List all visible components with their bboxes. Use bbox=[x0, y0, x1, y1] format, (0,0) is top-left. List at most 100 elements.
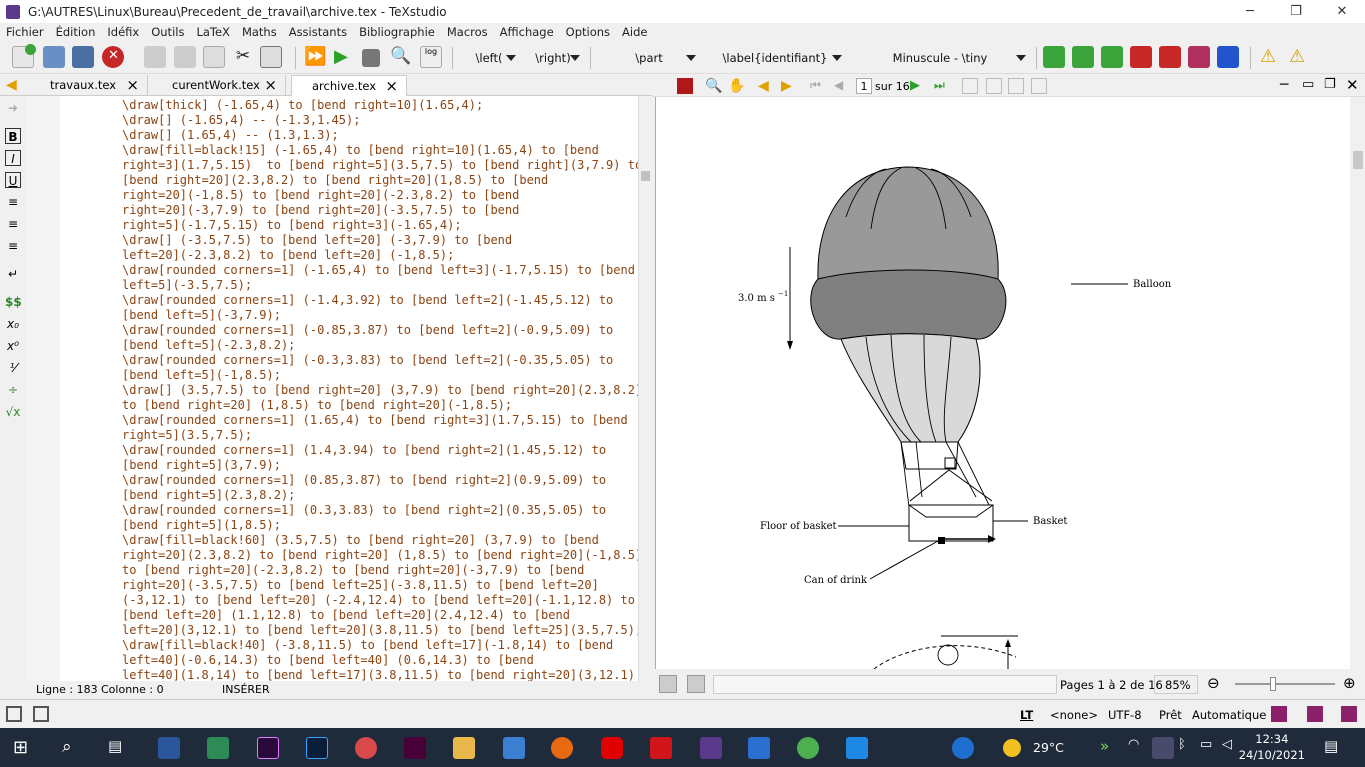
compile-icon[interactable]: ▶ bbox=[334, 46, 356, 68]
code-line[interactable]: (-3,12.1) to [bend left=20] (-2.4,12.4) … bbox=[122, 593, 638, 608]
app-icon[interactable] bbox=[355, 737, 377, 759]
code-line[interactable]: \draw[rounded corners=1] (-0.3,3.83) to … bbox=[122, 353, 638, 368]
code-line[interactable]: left=40](1.8,14) to [bend left=17](3.8,1… bbox=[122, 668, 638, 681]
youtube-icon[interactable] bbox=[601, 737, 623, 759]
label-combo[interactable]: \label{identifiant} bbox=[706, 48, 844, 68]
code-line[interactable]: \draw[] (-3.5,7.5) to [bend left=20] (-3… bbox=[122, 233, 638, 248]
scrollbar-thumb[interactable] bbox=[641, 171, 650, 181]
word-icon[interactable] bbox=[158, 737, 180, 759]
maximize-button[interactable]: ❐ bbox=[1273, 0, 1319, 23]
code-line[interactable]: \draw[rounded corners=1] (0.85,3.87) to … bbox=[122, 473, 638, 488]
language-tool-indicator[interactable]: LT bbox=[1020, 708, 1033, 722]
code-line[interactable]: \draw[] (3.5,7.5) to [bend right=20] (3,… bbox=[122, 383, 638, 398]
view-search-icon[interactable]: 🔍 bbox=[390, 46, 412, 68]
app-tray-icon[interactable]: » bbox=[1100, 737, 1122, 759]
start-icon[interactable]: ⊞ bbox=[13, 737, 35, 759]
first-page-icon[interactable]: ⏮ bbox=[810, 78, 826, 94]
zoom-slider[interactable] bbox=[1235, 683, 1335, 685]
warning-next-icon[interactable]: ⚠ bbox=[1289, 46, 1311, 68]
pdf-close-icon[interactable]: ✕ bbox=[1346, 76, 1359, 94]
superscript-icon[interactable]: x⁰ bbox=[5, 338, 21, 354]
code-line[interactable]: [bend left=5](-3,7.9); bbox=[122, 308, 638, 323]
vscode-icon[interactable] bbox=[846, 737, 868, 759]
code-line[interactable]: [bend right=5](3,7.9); bbox=[122, 458, 638, 473]
undo-icon[interactable] bbox=[144, 46, 166, 68]
pdf-icon[interactable] bbox=[677, 78, 693, 94]
table-add-column-icon[interactable] bbox=[1072, 46, 1094, 68]
code-line[interactable]: [bend right=20](2.3,8.2) to [bend right=… bbox=[122, 173, 638, 188]
next-page-icon[interactable]: ▶ bbox=[910, 78, 926, 94]
table-insert-icon[interactable] bbox=[1101, 46, 1123, 68]
menu-options[interactable]: Options bbox=[560, 25, 616, 39]
left-delimiter-combo[interactable]: \left( bbox=[460, 48, 518, 68]
chrome-icon[interactable] bbox=[797, 737, 819, 759]
log-icon[interactable]: log bbox=[420, 46, 442, 68]
right-delimiter-combo[interactable]: \right) bbox=[524, 48, 582, 68]
table-add-row-icon[interactable] bbox=[1043, 46, 1065, 68]
lock-icon[interactable] bbox=[659, 675, 677, 693]
app-icon[interactable] bbox=[207, 737, 229, 759]
code-line[interactable]: [bend left=5](-1,8.5); bbox=[122, 368, 638, 383]
code-line[interactable]: to [bend right=20] (1,8.5) to [bend righ… bbox=[122, 398, 638, 413]
zoom-slider-handle[interactable] bbox=[1270, 677, 1276, 691]
hand-icon[interactable]: ✋ bbox=[728, 78, 745, 94]
bluetooth-icon[interactable]: ᛒ bbox=[1178, 737, 1200, 759]
pdf-scrollbar-thumb[interactable] bbox=[1353, 151, 1363, 169]
zoom-out-icon[interactable]: ⊖ bbox=[1207, 674, 1220, 692]
bold-icon[interactable]: B bbox=[5, 128, 21, 144]
math-mode-icon[interactable]: $$ bbox=[5, 294, 22, 310]
app-icon[interactable] bbox=[503, 737, 525, 759]
table-align-icon[interactable] bbox=[1217, 46, 1239, 68]
table-remove-row-icon[interactable] bbox=[1130, 46, 1152, 68]
menu-maths[interactable]: Maths bbox=[236, 25, 283, 39]
texstudio-icon[interactable] bbox=[700, 737, 722, 759]
close-file-icon[interactable]: ✕ bbox=[102, 46, 124, 68]
sync-icon[interactable] bbox=[687, 675, 705, 693]
back-arrow-icon[interactable]: ◀ bbox=[6, 77, 17, 93]
code-line[interactable]: \draw[rounded corners=1] (1.4,3.94) to [… bbox=[122, 443, 638, 458]
code-line[interactable]: right=20](-3.5,7.5) to [bend left=25](-3… bbox=[122, 578, 638, 593]
bookmark-icon[interactable] bbox=[1341, 706, 1357, 722]
close-tab-icon[interactable]: × bbox=[264, 75, 277, 96]
code-line[interactable]: [bend right=5](2.3,8.2); bbox=[122, 488, 638, 503]
task-view-icon[interactable]: ▤ bbox=[108, 737, 130, 759]
encoding-select[interactable]: UTF-8 bbox=[1108, 708, 1142, 722]
code-line[interactable]: right=5](3.5,7.5); bbox=[122, 428, 638, 443]
notifications-icon[interactable]: ▤ bbox=[1324, 737, 1346, 759]
table-cut-icon[interactable] bbox=[1188, 46, 1210, 68]
forward-arrow-icon[interactable]: ➜ bbox=[5, 100, 21, 116]
build-view-icon[interactable]: ⏩ bbox=[304, 46, 326, 68]
structure-toggle-icon[interactable] bbox=[6, 706, 22, 722]
editor-scrollbar[interactable] bbox=[638, 96, 652, 681]
align-center-icon[interactable]: ≡ bbox=[5, 216, 21, 232]
page-input[interactable]: 1 bbox=[856, 78, 872, 94]
two-pages-icon[interactable] bbox=[1008, 78, 1024, 94]
code-line[interactable]: right=20](-3,7.9) to [bend right=20](-3.… bbox=[122, 203, 638, 218]
code-line[interactable]: \draw[rounded corners=1] (-0.85,3.87) to… bbox=[122, 323, 638, 338]
code-line[interactable]: \draw[rounded corners=1] (-1.65,4) to [b… bbox=[122, 263, 638, 278]
pdf-maximize-icon[interactable]: ❐ bbox=[1324, 77, 1336, 92]
code-line[interactable]: right=20](-1,8.5) to [bend right=20](-2.… bbox=[122, 188, 638, 203]
code-line[interactable]: \draw[rounded corners=1] (-1.4,3.92) to … bbox=[122, 293, 638, 308]
single-page-icon[interactable] bbox=[962, 78, 978, 94]
stop-icon[interactable] bbox=[362, 49, 380, 67]
photoshop-icon[interactable] bbox=[306, 737, 328, 759]
code-line[interactable]: [bend right=5](1,8.5); bbox=[122, 518, 638, 533]
underline-icon[interactable]: U bbox=[5, 172, 21, 188]
code-line[interactable]: \draw[rounded corners=1] (1.65,4) to [be… bbox=[122, 413, 638, 428]
menu-fichier[interactable]: Fichier bbox=[0, 25, 50, 39]
close-button[interactable]: ✕ bbox=[1319, 0, 1365, 23]
tab-archive[interactable]: archive.tex × bbox=[291, 75, 407, 96]
fraction-icon[interactable]: ⅟ bbox=[5, 360, 21, 376]
cut-icon[interactable]: ✂ bbox=[232, 46, 254, 68]
sqrt-icon[interactable]: √x bbox=[5, 404, 21, 420]
zoom-search-icon[interactable]: 🔍 bbox=[705, 78, 722, 94]
code-line[interactable]: \draw[thick] (-1.65,4) to [bend right=10… bbox=[122, 98, 638, 113]
file-explorer-icon[interactable] bbox=[453, 737, 475, 759]
fit-page-icon[interactable] bbox=[1031, 78, 1047, 94]
menu-affichage[interactable]: Affichage bbox=[494, 25, 560, 39]
code-line[interactable]: \draw[] (1.65,4) -- (1.3,1.3); bbox=[122, 128, 638, 143]
subscript-icon[interactable]: x₀ bbox=[5, 316, 21, 332]
pdf-float-icon[interactable]: ▭ bbox=[1302, 77, 1314, 92]
continuous-icon[interactable] bbox=[986, 78, 1002, 94]
